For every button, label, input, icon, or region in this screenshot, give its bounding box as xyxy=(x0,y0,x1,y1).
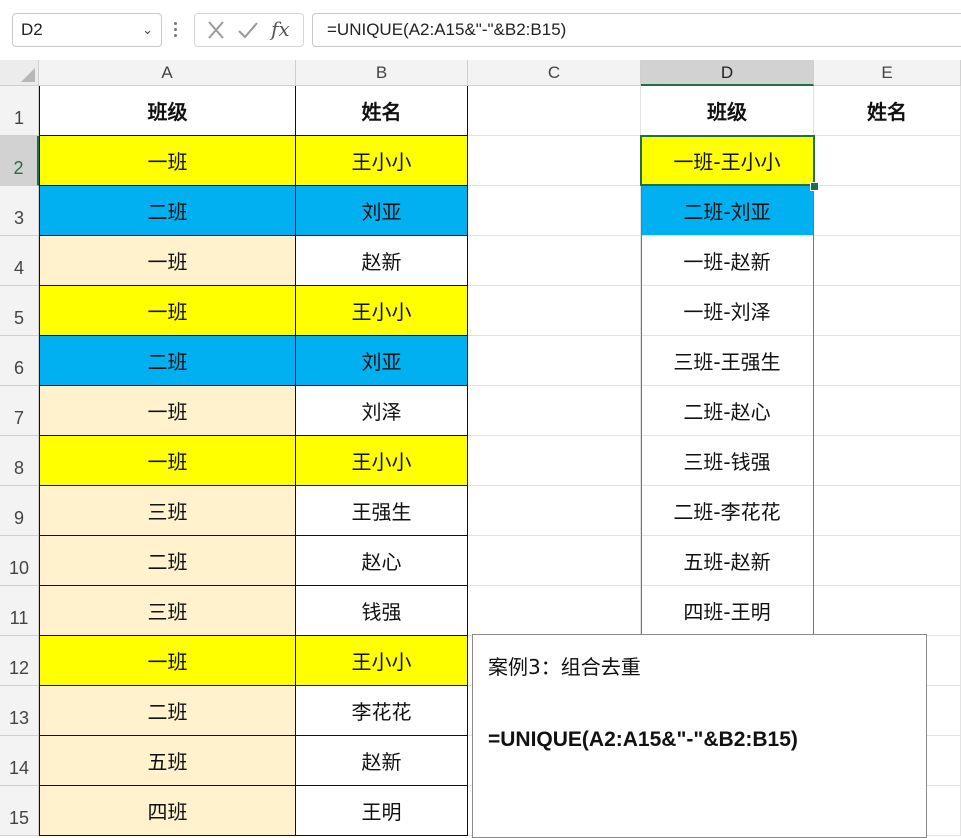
row-header-5[interactable]: 5 xyxy=(0,286,39,336)
chevron-down-icon[interactable]: ⌄ xyxy=(142,14,153,46)
cell-c11[interactable] xyxy=(468,586,641,636)
cell-b4[interactable]: 赵新 xyxy=(296,236,468,286)
formula-input[interactable]: =UNIQUE(A2:A15&"-"&B2:B15) xyxy=(312,13,961,47)
cell-e10[interactable] xyxy=(814,536,961,586)
cell-d1[interactable]: 班级 xyxy=(641,86,814,136)
select-all-button[interactable] xyxy=(0,60,39,86)
column-header-e[interactable]: E xyxy=(814,60,961,86)
cell-c8[interactable] xyxy=(468,436,641,486)
cell-c9[interactable] xyxy=(468,486,641,536)
cell-d10[interactable]: 五班-赵新 xyxy=(641,536,814,586)
cell-a5[interactable]: 一班 xyxy=(39,286,296,336)
cell-e6[interactable] xyxy=(814,336,961,386)
cell-c6[interactable] xyxy=(468,336,641,386)
fill-handle[interactable] xyxy=(810,182,819,191)
cancel-icon[interactable] xyxy=(201,14,231,46)
cell-a10[interactable]: 二班 xyxy=(39,536,296,586)
row-header-3[interactable]: 3 xyxy=(0,186,39,236)
row-header-8[interactable]: 8 xyxy=(0,436,39,486)
row-header-4[interactable]: 4 xyxy=(0,236,39,286)
cell-e1[interactable]: 姓名 xyxy=(814,86,961,136)
cell-b8[interactable]: 王小小 xyxy=(296,436,468,486)
cell-e5[interactable] xyxy=(814,286,961,336)
function-icon[interactable]: fx xyxy=(271,17,290,41)
row-header-1[interactable]: 1 xyxy=(0,86,39,136)
cell-d6[interactable]: 三班-王强生 xyxy=(641,336,814,386)
cell-d7[interactable]: 二班-赵心 xyxy=(641,386,814,436)
note-title: 案例3：组合去重 xyxy=(488,655,641,679)
cell-a7[interactable]: 一班 xyxy=(39,386,296,436)
row-header-2[interactable]: 2 xyxy=(0,136,39,186)
cell-d4[interactable]: 一班-赵新 xyxy=(641,236,814,286)
cell-c2[interactable] xyxy=(468,136,641,186)
cell-a12[interactable]: 一班 xyxy=(39,636,296,686)
cell-a8[interactable]: 一班 xyxy=(39,436,296,486)
cell-a9[interactable]: 三班 xyxy=(39,486,296,536)
cell-b13[interactable]: 李花花 xyxy=(296,686,468,736)
cell-c5[interactable] xyxy=(468,286,641,336)
column-header-d[interactable]: D xyxy=(641,60,814,86)
note-textbox[interactable]: 案例3：组合去重 =UNIQUE(A2:A15&"-"&B2:B15) xyxy=(472,634,927,838)
cell-b11[interactable]: 钱强 xyxy=(296,586,468,636)
cell-d9[interactable]: 二班-李花花 xyxy=(641,486,814,536)
cell-b3[interactable]: 刘亚 xyxy=(296,186,468,236)
column-header-a[interactable]: A xyxy=(39,60,296,86)
cell-b14[interactable]: 赵新 xyxy=(296,736,468,786)
cell-e4[interactable] xyxy=(814,236,961,286)
cell-a11[interactable]: 三班 xyxy=(39,586,296,636)
cell-e7[interactable] xyxy=(814,386,961,436)
cell-a3[interactable]: 二班 xyxy=(39,186,296,236)
more-options-icon[interactable] xyxy=(172,19,178,41)
row-header-11[interactable]: 11 xyxy=(0,586,39,636)
cell-e2[interactable] xyxy=(814,136,961,186)
cell-b5[interactable]: 王小小 xyxy=(296,286,468,336)
cell-b12[interactable]: 王小小 xyxy=(296,636,468,686)
cell-c4[interactable] xyxy=(468,236,641,286)
column-header-c[interactable]: C xyxy=(468,60,641,86)
cell-b9[interactable]: 王强生 xyxy=(296,486,468,536)
cell-b6[interactable]: 刘亚 xyxy=(296,336,468,386)
cell-c1[interactable] xyxy=(468,86,641,136)
cell-a6[interactable]: 二班 xyxy=(39,336,296,386)
cell-b7[interactable]: 刘泽 xyxy=(296,386,468,436)
cell-c10[interactable] xyxy=(468,536,641,586)
formula-bar: D2 ⌄ fx =UNIQUE(A2:A15&"-"&B2:B15) xyxy=(0,0,961,60)
cell-b1[interactable]: 姓名 xyxy=(296,86,468,136)
row-header-7[interactable]: 7 xyxy=(0,386,39,436)
cell-b15[interactable]: 王明 xyxy=(296,786,468,836)
cell-b10[interactable]: 赵心 xyxy=(296,536,468,586)
row-header-13[interactable]: 13 xyxy=(0,686,39,736)
cell-a1[interactable]: 班级 xyxy=(39,86,296,136)
cell-e3[interactable] xyxy=(814,186,961,236)
cell-a13[interactable]: 二班 xyxy=(39,686,296,736)
cell-a2[interactable]: 一班 xyxy=(39,136,296,186)
row-header-15[interactable]: 15 xyxy=(0,786,39,836)
cell-d5[interactable]: 一班-刘泽 xyxy=(641,286,814,336)
cell-a15[interactable]: 四班 xyxy=(39,786,296,836)
note-formula: =UNIQUE(A2:A15&"-"&B2:B15) xyxy=(488,728,798,751)
row-header-6[interactable]: 6 xyxy=(0,336,39,386)
cell-e8[interactable] xyxy=(814,436,961,486)
cell-e9[interactable] xyxy=(814,486,961,536)
cell-c7[interactable] xyxy=(468,386,641,436)
name-box-value: D2 xyxy=(21,20,43,39)
row-header-12[interactable]: 12 xyxy=(0,636,39,686)
formula-buttons: fx xyxy=(194,13,304,47)
cell-a14[interactable]: 五班 xyxy=(39,736,296,786)
cell-a4[interactable]: 一班 xyxy=(39,236,296,286)
name-box[interactable]: D2 ⌄ xyxy=(12,13,162,47)
cell-b2[interactable]: 王小小 xyxy=(296,136,468,186)
cell-d2[interactable]: 一班-王小小 xyxy=(641,136,814,186)
cell-d8[interactable]: 三班-钱强 xyxy=(641,436,814,486)
row-header-14[interactable]: 14 xyxy=(0,736,39,786)
cell-d3[interactable]: 二班-刘亚 xyxy=(641,186,814,236)
row-header-9[interactable]: 9 xyxy=(0,486,39,536)
cell-e11[interactable] xyxy=(814,586,961,636)
row-header-10[interactable]: 10 xyxy=(0,536,39,586)
cell-d11[interactable]: 四班-王明 xyxy=(641,586,814,636)
column-header-b[interactable]: B xyxy=(296,60,468,86)
confirm-icon[interactable] xyxy=(233,14,263,46)
cell-c3[interactable] xyxy=(468,186,641,236)
